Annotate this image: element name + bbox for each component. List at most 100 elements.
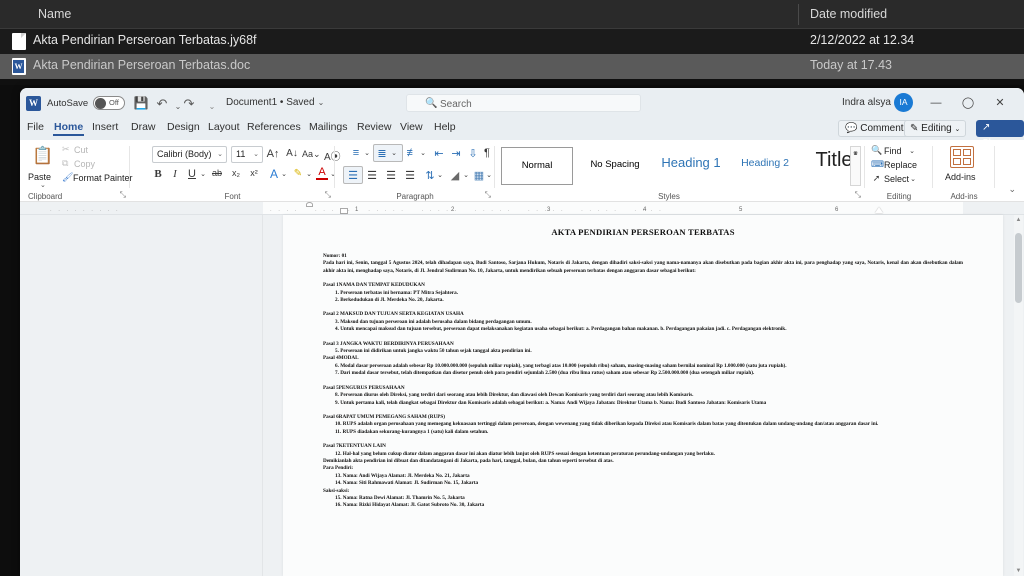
style-normal[interactable]: Normal bbox=[501, 147, 573, 185]
editing-mode-button[interactable]: ✎ Editing ⌄ bbox=[904, 120, 967, 137]
column-header-name[interactable]: Name bbox=[38, 7, 71, 21]
align-left-icon[interactable]: ☰ bbox=[346, 169, 360, 182]
styles-gallery-scroll[interactable]: ▴ ▾ ⌵ bbox=[850, 146, 861, 186]
tab-home[interactable]: Home bbox=[53, 121, 85, 136]
right-indent-marker[interactable] bbox=[875, 207, 883, 213]
tab-mailings[interactable]: Mailings bbox=[308, 121, 349, 133]
replace-icon[interactable]: ⌨ bbox=[871, 159, 884, 170]
grow-font-icon[interactable]: A↑ bbox=[266, 148, 280, 160]
text-effects-icon[interactable]: A bbox=[268, 167, 280, 181]
collapse-ribbon-chevron-icon[interactable]: ⌄ bbox=[1008, 184, 1016, 195]
superscript-icon[interactable]: x² bbox=[247, 168, 261, 178]
redo-icon[interactable]: ↷ bbox=[181, 96, 197, 111]
styles-dialog-launcher[interactable]: ⤡ bbox=[855, 190, 861, 200]
pilcrow-icon[interactable]: ¶ bbox=[481, 147, 493, 159]
styles-more-icon[interactable]: ⌵ bbox=[851, 147, 860, 160]
autosave-toggle[interactable]: Off bbox=[93, 96, 125, 110]
change-case-icon[interactable]: Aa⌄ bbox=[302, 149, 321, 160]
document-content[interactable]: AKTA PENDIRIAN PERSEROAN TERBATAS Nomor:… bbox=[323, 227, 963, 510]
paragraph-dialog-launcher[interactable]: ⤡ bbox=[485, 190, 491, 200]
subscript-icon[interactable]: x₂ bbox=[229, 168, 243, 178]
increase-indent-icon[interactable]: ⇥ bbox=[449, 147, 463, 160]
line-spacing-chevron-down-icon[interactable]: ⌄ bbox=[436, 171, 444, 179]
replace-button[interactable]: Replace bbox=[884, 160, 917, 170]
clipboard-icon[interactable]: 📋 bbox=[32, 146, 54, 166]
left-indent-marker[interactable] bbox=[340, 208, 348, 214]
tab-file[interactable]: File bbox=[26, 121, 45, 133]
tab-review[interactable]: Review bbox=[356, 121, 392, 133]
document-name[interactable]: Document1 • Saved ⌄ bbox=[226, 97, 324, 108]
font-name-input[interactable]: Calibri (Body) ⌄ bbox=[152, 146, 227, 163]
underline-chevron-down-icon[interactable]: ⌄ bbox=[199, 170, 207, 178]
tab-view[interactable]: View bbox=[399, 121, 424, 133]
tab-references[interactable]: References bbox=[246, 121, 302, 133]
text-effects-chevron-down-icon[interactable]: ⌄ bbox=[280, 170, 288, 178]
minimize-button[interactable]: — bbox=[924, 95, 948, 111]
decrease-indent-icon[interactable]: ⇤ bbox=[432, 147, 446, 160]
font-dialog-launcher[interactable]: ⤡ bbox=[325, 190, 331, 200]
strikethrough-icon[interactable]: ab bbox=[210, 168, 224, 178]
user-name[interactable]: Indra alsya bbox=[842, 97, 891, 108]
align-right-icon[interactable]: ☰ bbox=[384, 169, 398, 182]
tab-insert[interactable]: Insert bbox=[91, 121, 119, 133]
style-no-spacing[interactable]: No Spacing bbox=[579, 147, 651, 185]
search-icon[interactable]: 🔍 bbox=[871, 145, 882, 156]
tab-draw[interactable]: Draw bbox=[130, 121, 157, 133]
vertical-scrollbar[interactable]: ▲ ▼ bbox=[1014, 215, 1023, 576]
horizontal-ruler[interactable]: · · · · · · · · · · · · · · · · · · · · … bbox=[20, 202, 1024, 215]
multilevel-list-icon[interactable]: ≢ bbox=[405, 147, 419, 159]
highlight-chevron-down-icon[interactable]: ⌄ bbox=[305, 170, 313, 178]
borders-chevron-down-icon[interactable]: ⌄ bbox=[485, 171, 493, 179]
borders-icon[interactable]: ▦ bbox=[472, 169, 486, 182]
bullet-list-icon[interactable]: ≡ bbox=[349, 147, 363, 159]
font-size-input[interactable]: 11 ⌄ bbox=[231, 146, 263, 163]
shading-chevron-down-icon[interactable]: ⌄ bbox=[462, 171, 470, 179]
share-button[interactable]: ↗ Share ⌄ bbox=[976, 120, 1024, 149]
scroll-down-icon[interactable]: ▼ bbox=[1014, 568, 1023, 574]
navigation-pane[interactable] bbox=[20, 215, 263, 576]
document-page[interactable]: AKTA PENDIRIAN PERSEROAN TERBATAS Nomor:… bbox=[283, 215, 1003, 576]
bullets-chevron-down-icon[interactable]: ⌄ bbox=[363, 149, 371, 157]
select-chevron-down-icon[interactable]: ⌄ bbox=[909, 175, 917, 183]
scrollbar-thumb[interactable] bbox=[1015, 233, 1022, 303]
paste-chevron-down-icon[interactable]: ⌄ bbox=[40, 181, 46, 189]
clipboard-dialog-launcher[interactable]: ⤡ bbox=[120, 190, 126, 200]
file-row-1[interactable]: Akta Pendirian Perseroan Terbatas.jy68f … bbox=[0, 29, 1024, 54]
close-button[interactable]: ✕ bbox=[988, 95, 1012, 111]
tab-design[interactable]: Design bbox=[166, 121, 201, 133]
highlight-icon[interactable]: ✎ bbox=[292, 168, 304, 179]
format-painter-button[interactable]: Format Painter bbox=[73, 173, 133, 183]
numbering-chevron-down-icon[interactable]: ⌄ bbox=[390, 149, 398, 157]
find-chevron-down-icon[interactable]: ⌄ bbox=[908, 147, 916, 155]
addins-grid-icon[interactable] bbox=[950, 146, 974, 168]
numbered-list-icon[interactable]: ≣ bbox=[375, 147, 389, 160]
tab-help[interactable]: Help bbox=[433, 121, 457, 133]
find-button[interactable]: Find bbox=[884, 146, 902, 156]
search-box[interactable]: 🔍 Search bbox=[406, 94, 641, 112]
line-spacing-icon[interactable]: ⇅ bbox=[423, 169, 437, 182]
tab-layout[interactable]: Layout bbox=[207, 121, 241, 133]
style-heading-2[interactable]: Heading 2 bbox=[729, 147, 801, 185]
first-line-indent-marker[interactable] bbox=[306, 202, 313, 207]
bold-icon[interactable]: B bbox=[152, 168, 164, 180]
maximize-button[interactable]: ◯ bbox=[956, 95, 980, 111]
addins-button[interactable]: Add-ins bbox=[945, 172, 976, 182]
customize-quick-access-icon[interactable]: ⌄ bbox=[204, 99, 220, 114]
paintbrush-icon[interactable]: 🖌 bbox=[62, 172, 73, 183]
style-heading-1[interactable]: Heading 1 bbox=[655, 147, 727, 185]
font-color-icon[interactable]: A bbox=[316, 167, 328, 180]
scroll-up-icon[interactable]: ▲ bbox=[1014, 217, 1023, 223]
multilevel-chevron-down-icon[interactable]: ⌄ bbox=[419, 149, 427, 157]
file-row-2-selected[interactable]: W Akta Pendirian Perseroan Terbatas.doc … bbox=[0, 54, 1024, 79]
column-header-date-modified[interactable]: Date modified bbox=[810, 7, 887, 21]
justify-icon[interactable]: ☰ bbox=[403, 169, 417, 182]
align-center-icon[interactable]: ☰ bbox=[365, 169, 379, 182]
underline-icon[interactable]: U bbox=[186, 168, 198, 180]
select-button[interactable]: Select bbox=[884, 174, 909, 184]
shrink-font-icon[interactable]: A↓ bbox=[285, 148, 299, 159]
save-icon[interactable]: 💾 bbox=[133, 96, 149, 111]
sort-icon[interactable]: ⇩ bbox=[466, 147, 480, 160]
shading-icon[interactable]: ◢ bbox=[448, 169, 462, 182]
undo-icon[interactable]: ↶ bbox=[154, 96, 170, 111]
cursor-icon[interactable]: ➚ bbox=[871, 173, 882, 184]
